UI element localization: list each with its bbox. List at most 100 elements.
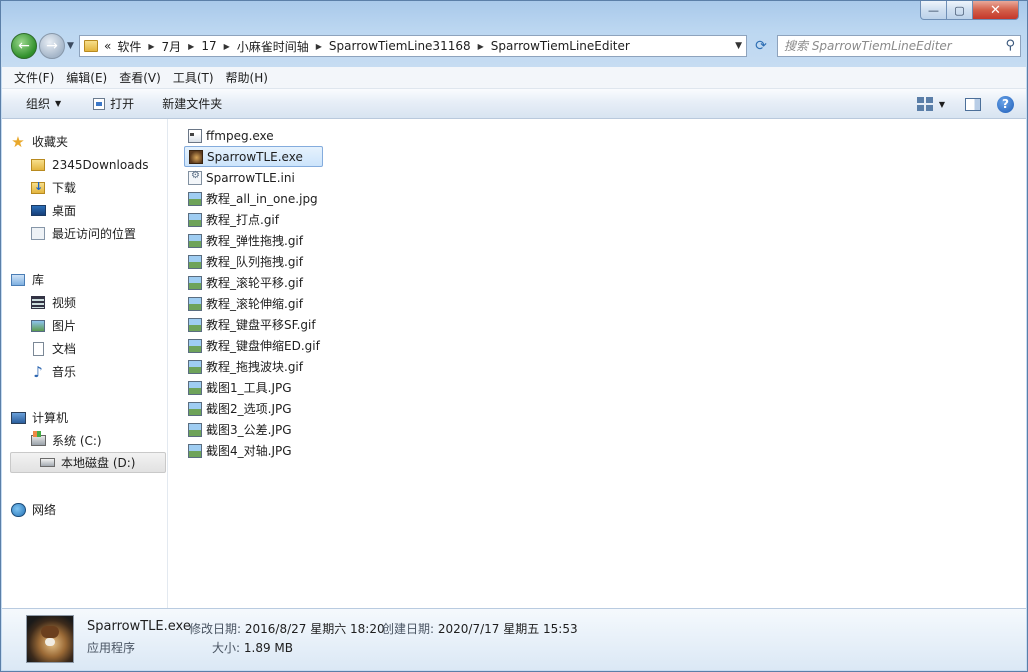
folder-icon [84, 40, 98, 52]
file-item[interactable]: 截图2_选项.JPG [184, 398, 323, 419]
sidebar-item-music[interactable]: ♪ 音乐 [30, 361, 76, 382]
navigation-pane[interactable]: ★ 收藏夹 2345Downloads 下载 桌面 最近访问的位置 库 [2, 119, 168, 609]
menu-view[interactable]: 查看(V) [113, 69, 167, 86]
sidebar-item-drive-d[interactable]: 本地磁盘 (D:) [10, 452, 166, 473]
file-name: 教程_滚轮伸缩.gif [206, 297, 303, 311]
file-item[interactable]: 截图1_工具.JPG [184, 377, 323, 398]
file-item[interactable]: 教程_滚轮平移.gif [184, 272, 323, 293]
image-file-icon [188, 296, 202, 311]
sidebar-libraries[interactable]: 库 [10, 269, 44, 290]
file-item[interactable]: 教程_键盘伸缩ED.gif [184, 335, 323, 356]
sidebar-label: 库 [32, 273, 45, 287]
sidebar-label: 最近访问的位置 [52, 227, 137, 241]
sidebar-item-documents[interactable]: 文档 [30, 338, 76, 359]
sidebar-label: 桌面 [52, 204, 77, 218]
back-button[interactable]: ← [11, 33, 37, 59]
breadcrumb-separator-icon[interactable]: ▶ [184, 42, 198, 51]
file-item[interactable]: 教程_弹性拖拽.gif [184, 230, 323, 251]
breadcrumb-separator-icon[interactable]: ▶ [312, 42, 326, 51]
file-item[interactable]: 教程_滚轮伸缩.gif [184, 293, 323, 314]
organize-label: 组织 [26, 97, 51, 111]
menu-edit[interactable]: 编辑(E) [60, 69, 113, 86]
modified-label: 修改日期: [189, 622, 242, 636]
file-name: 教程_键盘平移SF.gif [206, 318, 316, 332]
file-name: 教程_拖拽波块.gif [206, 360, 303, 374]
sidebar-favorites[interactable]: ★ 收藏夹 [10, 131, 68, 152]
breadcrumb-item[interactable]: 小麻雀时间轴 [234, 38, 312, 55]
sidebar-label: 下载 [52, 181, 77, 195]
preview-pane-icon[interactable] [965, 97, 981, 111]
created-value: 2020/7/17 星期五 15:53 [437, 622, 578, 636]
file-item[interactable]: 截图4_对轴.JPG [184, 440, 323, 461]
file-item[interactable]: 教程_all_in_one.jpg [184, 188, 323, 209]
executable-icon [188, 128, 202, 143]
breadcrumb-separator-icon[interactable]: ▶ [220, 42, 234, 51]
forward-button[interactable]: → [39, 33, 65, 59]
sparrow-thumbnail-icon [26, 615, 74, 663]
breadcrumb-separator-icon[interactable]: ▶ [144, 42, 158, 51]
picture-icon [31, 319, 45, 332]
library-icon [11, 273, 25, 286]
breadcrumb-overflow[interactable]: « [101, 39, 114, 53]
menu-bar: 文件(F) 编辑(E) 查看(V) 工具(T) 帮助(H) [2, 67, 1026, 89]
view-dropdown-icon[interactable]: ▼ [939, 100, 945, 109]
toolbar-right: ▼ ? [916, 89, 1014, 119]
file-item[interactable]: ffmpeg.exe [184, 125, 323, 146]
file-item[interactable]: 教程_拖拽波块.gif [184, 356, 323, 377]
sidebar-label: 本地磁盘 (D:) [61, 456, 136, 470]
refresh-button[interactable]: ⟳ [749, 35, 773, 57]
close-button[interactable]: ✕ [973, 1, 1019, 20]
sidebar-item-2345downloads[interactable]: 2345Downloads [30, 154, 148, 175]
sidebar-item-videos[interactable]: 视频 [30, 292, 76, 313]
details-created: 创建日期: 2020/7/17 星期五 15:53 [382, 620, 578, 637]
breadcrumb-item[interactable]: 软件 [114, 38, 144, 55]
file-item[interactable]: 教程_打点.gif [184, 209, 323, 230]
address-dropdown-icon[interactable]: ▼ [735, 41, 742, 51]
image-file-icon [188, 254, 202, 269]
file-item[interactable]: 教程_队列拖拽.gif [184, 251, 323, 272]
open-button[interactable]: 打开 [69, 95, 142, 112]
sidebar-label: 2345Downloads [52, 157, 149, 172]
help-icon[interactable]: ? [997, 95, 1014, 113]
recent-pages-dropdown[interactable]: ▼ [67, 41, 74, 51]
created-label: 创建日期: [382, 622, 435, 636]
view-options-icon[interactable] [916, 97, 933, 111]
breadcrumb-item[interactable]: 7月 [159, 38, 185, 55]
image-file-icon [188, 212, 202, 227]
search-input[interactable] [778, 38, 996, 54]
breadcrumb-separator-icon[interactable]: ▶ [474, 42, 488, 51]
new-folder-button[interactable]: 新建文件夹 [142, 95, 230, 112]
sidebar-item-downloads[interactable]: 下载 [30, 177, 76, 198]
breadcrumb-item[interactable]: 17 [198, 39, 219, 53]
menu-tools[interactable]: 工具(T) [167, 69, 220, 86]
address-bar[interactable]: « 软件 ▶ 7月 ▶ 17 ▶ 小麻雀时间轴 ▶ SparrowTiemLin… [79, 35, 747, 57]
sidebar-computer[interactable]: 计算机 [10, 407, 68, 428]
minimize-button[interactable]: — [920, 1, 947, 20]
window-controls: — ▢ ✕ [920, 1, 1019, 20]
breadcrumb-item[interactable]: SparrowTiemLineEditer [488, 39, 633, 53]
size-label: 大小: [212, 641, 241, 655]
file-item[interactable]: SparrowTLE.exe [184, 146, 323, 167]
new-folder-label: 新建文件夹 [162, 97, 223, 111]
menu-help[interactable]: 帮助(H) [220, 69, 274, 86]
sidebar-item-desktop[interactable]: 桌面 [30, 200, 76, 221]
search-box[interactable]: ⚲ [777, 35, 1021, 57]
breadcrumb-item[interactable]: SparrowTiemLine31168 [326, 39, 474, 53]
search-icon[interactable]: ⚲ [1005, 38, 1015, 53]
file-item[interactable]: SparrowTLE.ini [184, 167, 323, 188]
refresh-icon: ⟳ [755, 38, 767, 54]
sidebar-item-pictures[interactable]: 图片 [30, 315, 76, 336]
sidebar-label: 视频 [52, 296, 77, 310]
sidebar-item-drive-c[interactable]: 系统 (C:) [30, 430, 102, 451]
sidebar-network[interactable]: 网络 [10, 499, 56, 520]
file-name: SparrowTLE.ini [206, 170, 295, 185]
organize-button[interactable]: 组织 ▼ [2, 95, 69, 112]
image-file-icon [188, 191, 202, 206]
sidebar-item-recent-places[interactable]: 最近访问的位置 [30, 223, 136, 244]
file-item[interactable]: 教程_键盘平移SF.gif [184, 314, 323, 335]
menu-file[interactable]: 文件(F) [8, 69, 60, 86]
image-file-icon [188, 317, 202, 332]
file-item[interactable]: 截图3_公差.JPG [184, 419, 323, 440]
maximize-button[interactable]: ▢ [947, 1, 973, 20]
image-file-icon [188, 401, 202, 416]
